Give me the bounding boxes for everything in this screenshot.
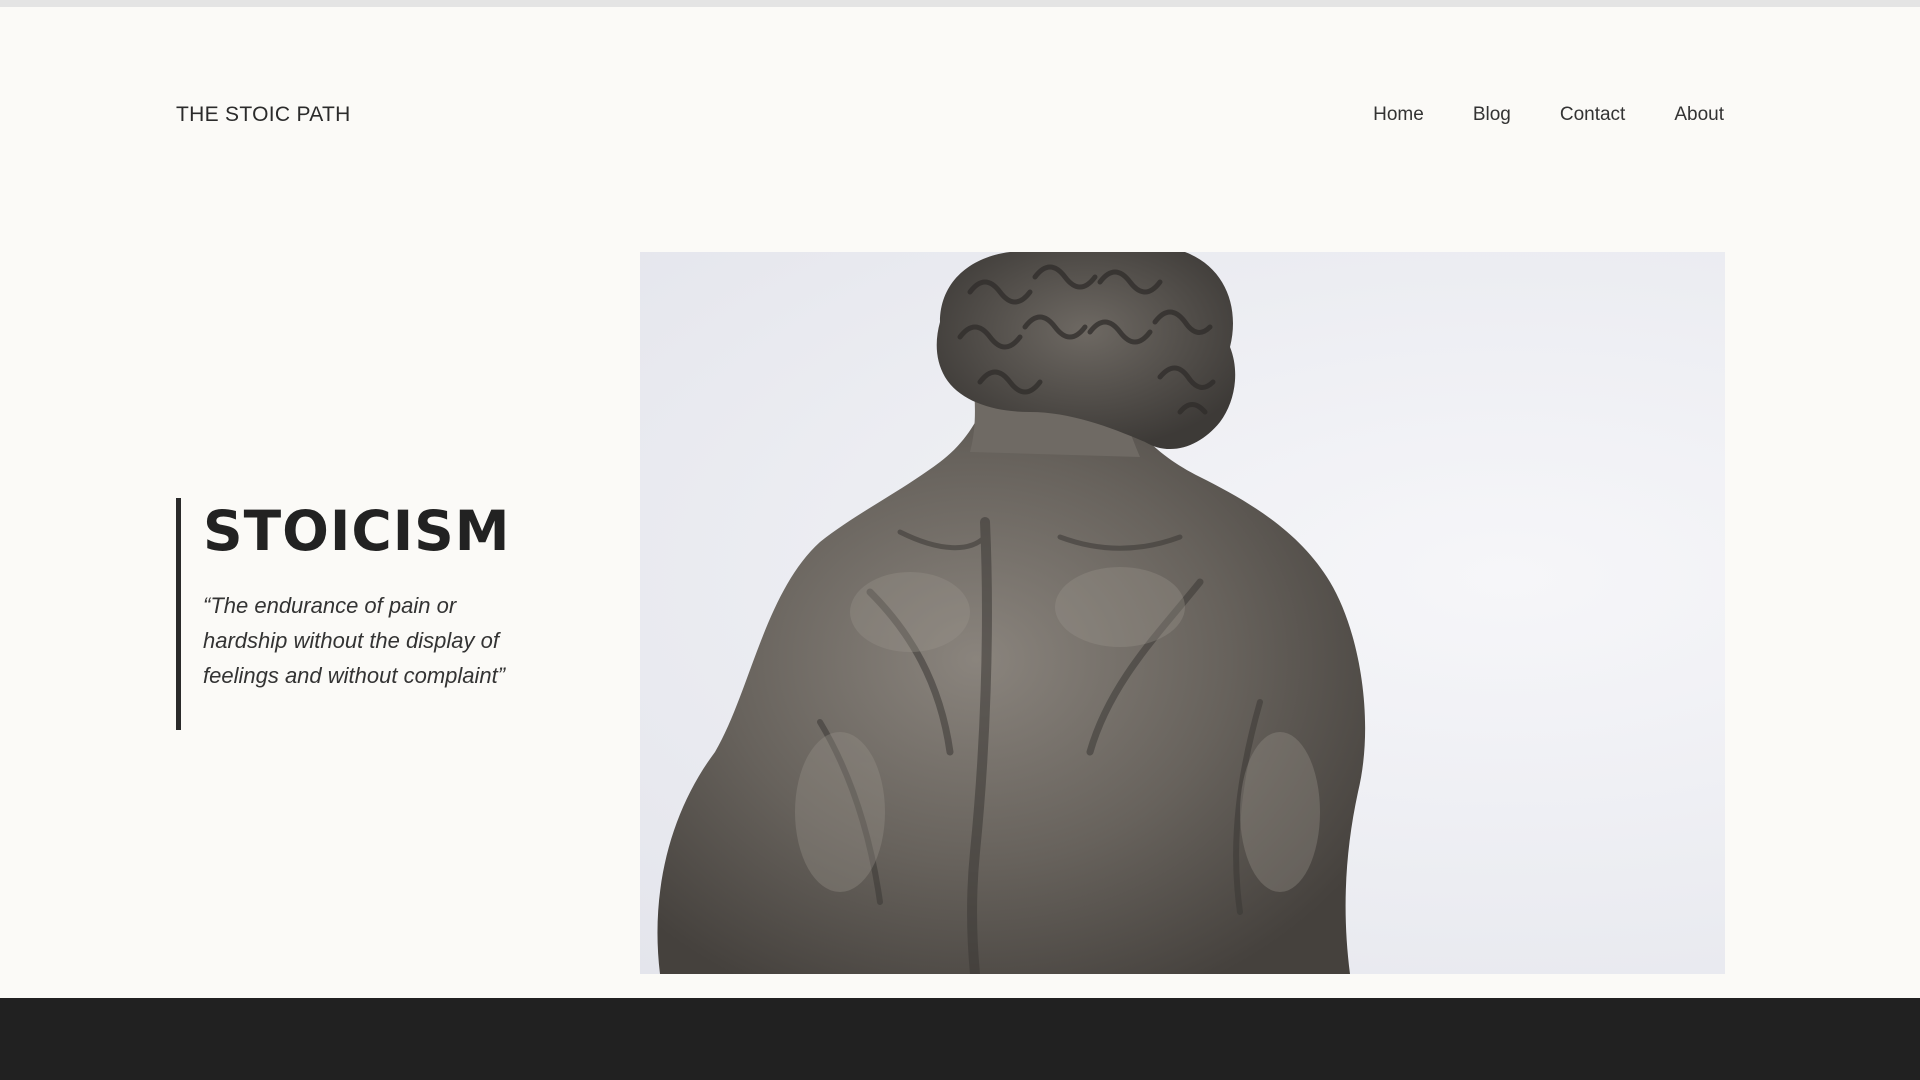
main-nav: Home Blog Contact About — [1373, 102, 1724, 128]
site-title-link[interactable]: THE STOIC PATH — [176, 102, 351, 128]
top-border — [0, 0, 1920, 7]
hero-text-block: STOICISM “The endurance of pain or hards… — [176, 498, 536, 730]
statue-illustration — [657, 252, 1366, 974]
statue-back-photo — [640, 252, 1725, 974]
footer-bar — [0, 998, 1920, 1080]
nav-home-link[interactable]: Home — [1373, 102, 1424, 128]
nav-blog-link[interactable]: Blog — [1473, 102, 1511, 128]
nav-about-link[interactable]: About — [1674, 102, 1724, 128]
nav-contact-link[interactable]: Contact — [1560, 102, 1625, 128]
hero-heading: STOICISM — [203, 499, 511, 563]
hero-quote: “The endurance of pain or hardship witho… — [203, 593, 506, 688]
